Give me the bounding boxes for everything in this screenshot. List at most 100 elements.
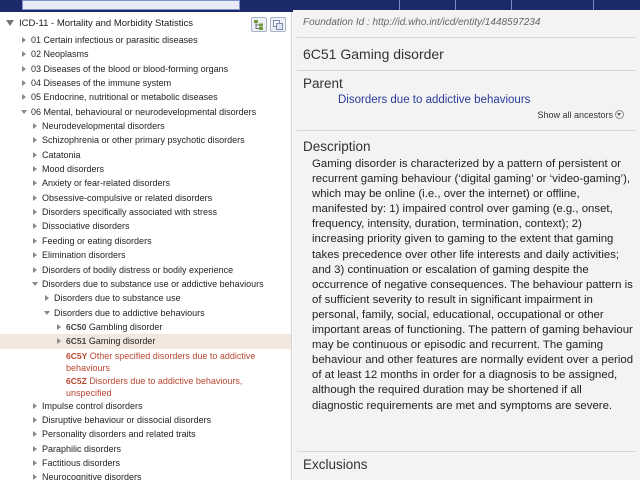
expand-icon[interactable] (31, 176, 41, 190)
tree-item[interactable]: Dissociative disorders (0, 219, 291, 233)
expand-icon[interactable] (20, 90, 30, 104)
expand-icon[interactable] (31, 162, 41, 176)
hierarchy-button[interactable] (251, 17, 267, 32)
category-code: 6C5Y (66, 350, 88, 361)
tree-item[interactable]: Disorders of bodily distress or bodily e… (0, 263, 291, 277)
tree-item-chapter-02[interactable]: 02 Neoplasms (0, 47, 291, 61)
expand-icon[interactable] (31, 133, 41, 147)
expand-icon[interactable] (31, 148, 41, 162)
expand-icon[interactable] (31, 191, 41, 205)
expand-icon[interactable] (31, 205, 41, 219)
chapter-code: 03 (31, 63, 42, 74)
tree-item-label: Gambling disorder (88, 321, 163, 332)
category-code: 6C51 (66, 336, 87, 347)
tree-item-label: Certain infectious or parasitic diseases (43, 35, 198, 45)
description-text: Gaming disorder is characterized by a pa… (312, 158, 634, 412)
toolbar-tab[interactable] (511, 0, 567, 10)
expand-icon[interactable] (43, 291, 53, 305)
tree-item-6c51-selected[interactable]: 6C51 Gaming disorder (0, 334, 291, 349)
tree-item-label: Paraphilic disorders (42, 443, 122, 454)
tree-item[interactable]: Mood disorders (0, 162, 291, 176)
expand-icon[interactable] (31, 248, 41, 262)
tree-item-label: Neoplasms (43, 49, 89, 60)
tree-item[interactable]: Paraphilic disorders (0, 442, 291, 456)
toolbar-tab[interactable] (593, 0, 640, 10)
foundation-id: Foundation Id : http://id.who.int/icd/en… (303, 17, 541, 28)
tree-item[interactable]: Neurocognitive disorders (0, 470, 291, 480)
hierarchy-icon (254, 20, 263, 30)
toolbar-tab[interactable] (399, 0, 455, 10)
tree-item-6c50[interactable]: 6C50 Gambling disorder (0, 320, 291, 334)
expand-icon[interactable] (20, 62, 30, 76)
collapse-icon[interactable] (20, 105, 30, 119)
tree-item[interactable]: Schizophrenia or other primary psychotic… (0, 133, 291, 147)
tree-item-label: Factitious disorders (42, 457, 121, 468)
expand-icon[interactable] (31, 413, 41, 427)
tree-item[interactable]: Obsessive-compulsive or related disorder… (0, 191, 291, 205)
tree-item[interactable]: Disorders due to substance use (0, 291, 291, 305)
tree-item[interactable]: Elimination disorders (0, 248, 291, 262)
category-code: 6C5Z (66, 375, 87, 386)
expand-icon[interactable] (31, 234, 41, 248)
collapse-icon[interactable] (31, 277, 41, 291)
tree-item[interactable]: Disorders due to addictive behaviours (0, 306, 291, 320)
tree-item[interactable]: Feeding or eating disorders (0, 234, 291, 248)
tree-item-label: Endocrine, nutritional or metabolic dise… (43, 92, 218, 103)
tree-item-chapter-03[interactable]: 03 Diseases of the blood or blood-formin… (0, 62, 291, 76)
expand-icon[interactable] (31, 456, 41, 470)
show-ancestors-label: Show all ancestors (537, 110, 613, 120)
parent-heading: Parent (303, 76, 343, 91)
tree-item-6c5z[interactable]: 6C5Z Disorders due to addictive behaviou… (0, 374, 291, 399)
tree-item-label: Personality disorders and related traits (42, 429, 196, 440)
toolbar-tab[interactable] (455, 0, 511, 10)
collapse-root-icon[interactable] (6, 20, 14, 26)
tree-item-chapter-04[interactable]: 04 Diseases of the immune system (0, 76, 291, 90)
tree-item-label: Disruptive behaviour or dissocial disord… (42, 414, 212, 425)
copy-icon (273, 20, 283, 30)
expand-icon[interactable] (31, 219, 41, 233)
tree-item[interactable]: Neurodevelopmental disorders (0, 119, 291, 133)
collapse-icon[interactable] (43, 306, 53, 320)
expand-icon[interactable] (55, 334, 65, 348)
tree-item[interactable]: Disruptive behaviour or dissocial disord… (0, 413, 291, 427)
tree-item[interactable]: Impulse control disorders (0, 399, 291, 413)
expand-icon[interactable] (55, 320, 65, 334)
parent-link[interactable]: Disorders due to addictive behaviours (338, 94, 530, 106)
expand-icon[interactable] (20, 76, 30, 90)
expand-icon[interactable] (20, 33, 30, 47)
chapter-code: 06 (31, 106, 42, 117)
detail-toolbar (293, 0, 640, 10)
entity-detail-panel: Foundation Id : http://id.who.int/icd/en… (293, 0, 640, 480)
expand-icon[interactable] (31, 470, 41, 480)
tree-item[interactable]: Personality disorders and related traits (0, 427, 291, 441)
copy-button[interactable] (270, 17, 286, 32)
expand-icon[interactable] (20, 47, 30, 61)
tree-item-chapter-01[interactable]: 01 Certain infectious or parasitic disea… (0, 33, 291, 47)
expand-icon[interactable] (31, 427, 41, 441)
tree-item-label: Neurodevelopmental disorders (42, 121, 165, 132)
tree-item-6c5y[interactable]: 6C5Y Other specified disorders due to ad… (0, 349, 291, 374)
search-field[interactable] (22, 0, 240, 10)
expand-icon[interactable] (31, 263, 41, 277)
tree-item-label: Impulse control disorders (42, 400, 143, 411)
chapter-code: 01 (31, 35, 42, 45)
tree-item-label: Neurocognitive disorders (42, 472, 142, 480)
tree-item-chapter-05[interactable]: 05 Endocrine, nutritional or metabolic d… (0, 90, 291, 104)
tree-item-label: Disorders specifically associated with s… (42, 207, 218, 218)
expand-icon[interactable] (31, 119, 41, 133)
tree-item[interactable]: Anxiety or fear-related disorders (0, 176, 291, 190)
tree-item-chapter-06[interactable]: 06 Mental, behavioural or neurodevelopme… (0, 105, 291, 119)
tree-item[interactable]: Disorders specifically associated with s… (0, 205, 291, 219)
tree-item[interactable]: Factitious disorders (0, 456, 291, 470)
tree-item-label: Schizophrenia or other primary psychotic… (42, 135, 245, 146)
tree-item-label: Disorders of bodily distress or bodily e… (42, 264, 234, 275)
classification-tree-panel: ICD-11 - Mortality and Morbidity Statist… (0, 12, 292, 480)
tree-root-title[interactable]: ICD-11 - Mortality and Morbidity Statist… (19, 18, 193, 29)
tree-item[interactable]: Disorders due to substance use or addict… (0, 277, 291, 291)
tree-item-label: Anxiety or fear-related disorders (42, 178, 171, 189)
tree-item[interactable]: Catatonia (0, 148, 291, 162)
expand-icon[interactable] (31, 442, 41, 456)
expand-icon[interactable] (31, 399, 41, 413)
show-all-ancestors-button[interactable]: Show all ancestors (537, 110, 624, 120)
chapter-code: 02 (31, 49, 42, 60)
